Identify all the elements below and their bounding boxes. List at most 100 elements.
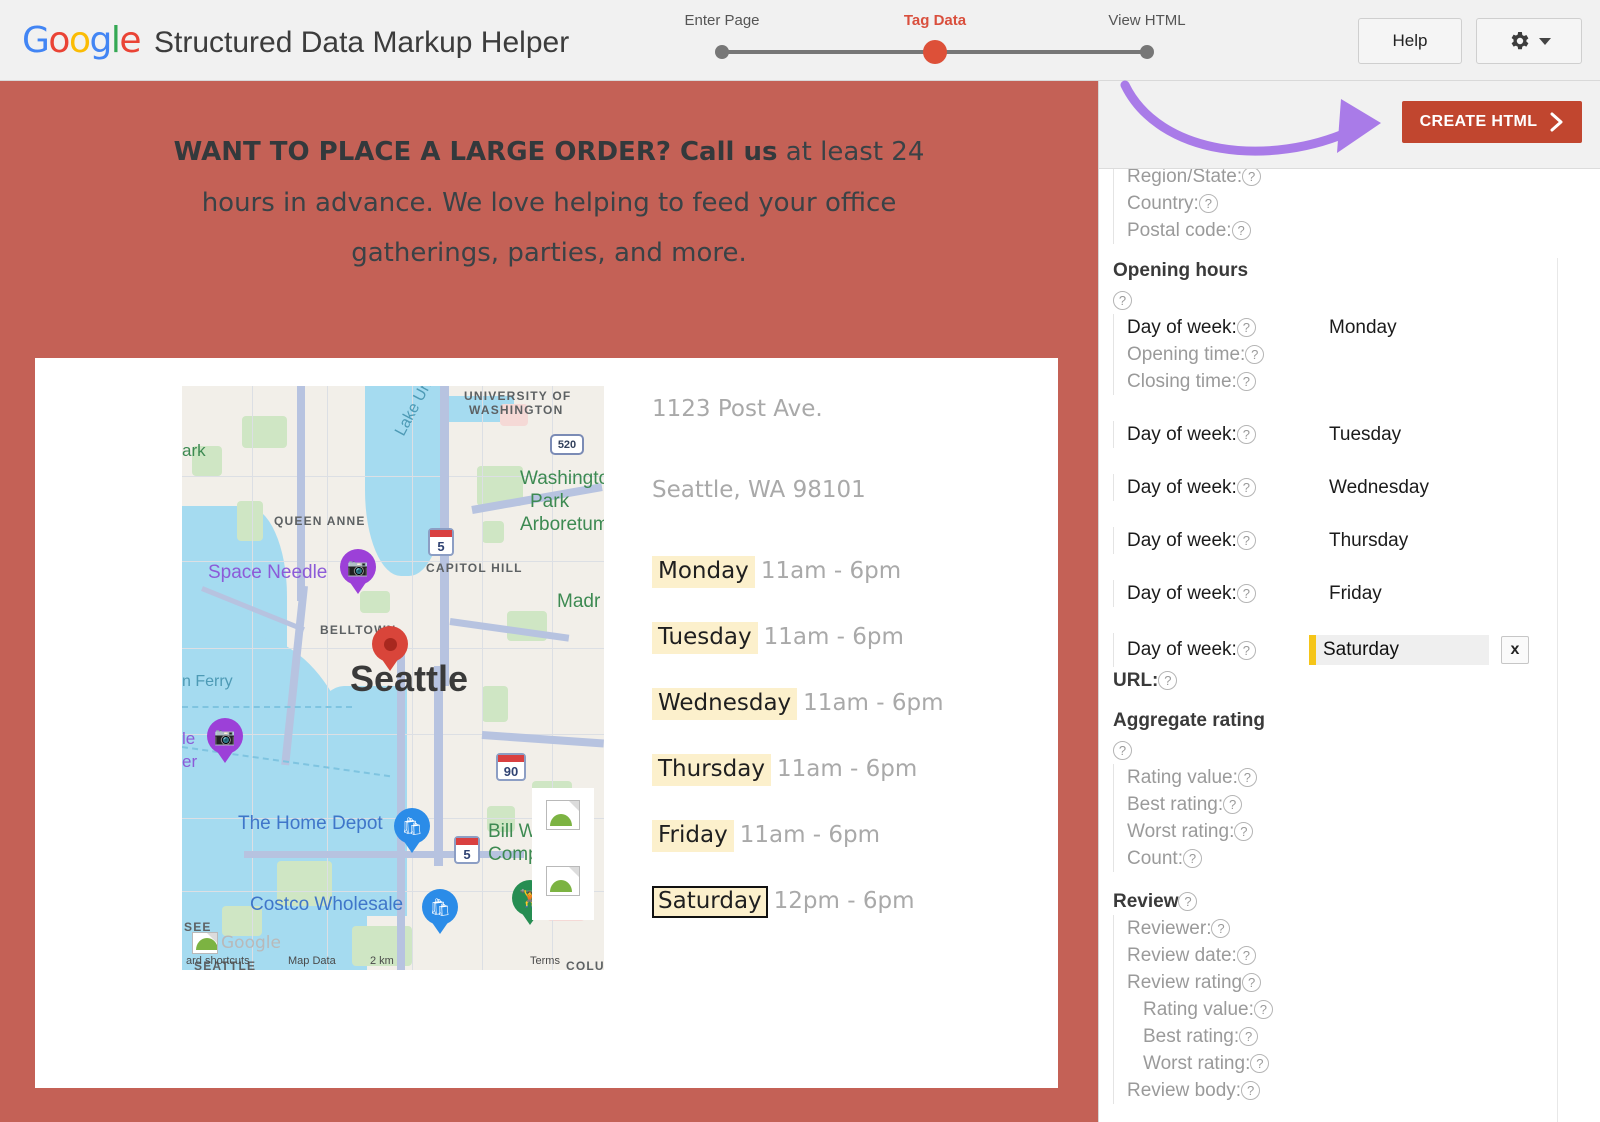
hours-time-saturday[interactable]: 12pm - 6pm: [774, 888, 915, 914]
business-details: 1123 Post Ave. Seattle, WA 98101 Monday1…: [652, 386, 944, 970]
field-value-friday[interactable]: Friday: [1329, 583, 1382, 605]
help-icon[interactable]: ?: [1237, 641, 1256, 660]
map-attribution-bar: ard shortcuts Map Data 2 km Terms: [182, 952, 604, 970]
field-row-opening-time[interactable]: Opening time: ?: [1113, 341, 1600, 368]
field-row-count[interactable]: Count: ?: [1113, 845, 1600, 872]
help-icon[interactable]: ?: [1223, 795, 1242, 814]
remove-tag-button[interactable]: x: [1501, 636, 1529, 664]
field-row-review-rating[interactable]: Review rating ?: [1113, 969, 1600, 996]
help-icon[interactable]: ?: [1237, 318, 1256, 337]
map-pin-costco[interactable]: 🛍: [422, 889, 458, 937]
field-label-postal-code: Postal code:: [1127, 220, 1232, 242]
step-dot-enter-page[interactable]: [715, 45, 729, 59]
step-dot-tag-data[interactable]: [923, 40, 947, 64]
map-label-queen-anne: QUEEN ANNE: [274, 514, 366, 528]
address-line-2[interactable]: Seattle, WA 98101: [652, 477, 944, 503]
help-button[interactable]: Help: [1358, 18, 1462, 64]
day-tag-thursday[interactable]: Thursday: [652, 754, 771, 786]
field-row-review-body[interactable]: Review body: ?: [1113, 1077, 1600, 1104]
help-icon[interactable]: ?: [1234, 822, 1253, 841]
hours-time-tuesday[interactable]: 11am - 6pm: [764, 624, 904, 650]
location-map[interactable]: UNIVERSITY OF WASHINGTON QUEEN ANNE CAPI…: [182, 386, 604, 970]
help-icon[interactable]: ?: [1183, 849, 1202, 868]
step-label-enter-page[interactable]: Enter Page: [684, 12, 759, 29]
address-line-1[interactable]: 1123 Post Ave.: [652, 396, 944, 422]
field-row-reviewer[interactable]: Reviewer: ?: [1113, 915, 1600, 942]
map-terms-link[interactable]: Terms: [530, 955, 560, 967]
field-value-wednesday[interactable]: Wednesday: [1329, 477, 1429, 499]
help-icon[interactable]: ?: [1113, 741, 1132, 760]
day-tag-wednesday[interactable]: Wednesday: [652, 688, 797, 720]
field-row-region-state[interactable]: Region/State: ?: [1113, 169, 1600, 190]
field-row-closing-time[interactable]: Closing time: ?: [1113, 368, 1600, 395]
field-value-monday[interactable]: Monday: [1329, 317, 1397, 339]
field-row-worst-rating[interactable]: Worst rating: ?: [1113, 818, 1600, 845]
field-row-country[interactable]: Country: ?: [1113, 190, 1600, 217]
hours-time-friday[interactable]: 11am - 6pm: [740, 822, 880, 848]
highway-shield-i5-south: 5: [454, 836, 480, 864]
field-row-best-rating[interactable]: Best rating: ?: [1113, 791, 1600, 818]
help-icon[interactable]: ?: [1237, 946, 1256, 965]
help-icon[interactable]: ?: [1237, 372, 1256, 391]
step-label-view-html[interactable]: View HTML: [1108, 12, 1185, 29]
map-label-park: Park: [530, 491, 569, 513]
settings-button[interactable]: [1476, 18, 1582, 64]
field-row-postal-code[interactable]: Postal code: ?: [1113, 217, 1600, 244]
create-html-button[interactable]: CREATE HTML: [1402, 101, 1582, 143]
step-label-tag-data[interactable]: Tag Data: [904, 12, 966, 29]
help-icon[interactable]: ?: [1199, 194, 1218, 213]
map-pin-photo-poi[interactable]: 📷: [207, 718, 243, 766]
help-icon[interactable]: ?: [1178, 892, 1197, 911]
help-icon[interactable]: ?: [1232, 221, 1251, 240]
field-row-review-best-rating[interactable]: Best rating: ?: [1113, 1023, 1600, 1050]
day-tag-tuesday[interactable]: Tuesday: [652, 622, 758, 654]
help-icon[interactable]: ?: [1250, 1054, 1269, 1073]
map-scale-label: 2 km: [370, 955, 394, 967]
help-icon[interactable]: ?: [1239, 1027, 1258, 1046]
hours-time-wednesday[interactable]: 11am - 6pm: [803, 690, 943, 716]
help-icon[interactable]: ?: [1237, 425, 1256, 444]
promo-banner: WANT TO PLACE A LARGE ORDER? Call us at …: [0, 81, 1098, 279]
field-row-day-of-week-tuesday[interactable]: Day of week: ? Tuesday: [1113, 421, 1600, 448]
field-row-day-of-week-monday[interactable]: Day of week: ? Monday: [1113, 314, 1600, 341]
field-row-review-worst-rating[interactable]: Worst rating: ?: [1113, 1050, 1600, 1077]
field-label-review-worst-rating: Worst rating:: [1143, 1053, 1250, 1075]
field-row-review-date[interactable]: Review date: ?: [1113, 942, 1600, 969]
help-icon[interactable]: ?: [1237, 478, 1256, 497]
help-icon[interactable]: ?: [1238, 768, 1257, 787]
map-pin-space-needle[interactable]: 📷: [340, 549, 376, 597]
field-row-day-of-week-saturday[interactable]: Day of week: ? Saturday x: [1113, 633, 1600, 667]
help-icon[interactable]: ?: [1242, 973, 1261, 992]
map-pin-home-depot[interactable]: 🛍: [394, 808, 430, 856]
help-icon[interactable]: ?: [1254, 1000, 1273, 1019]
help-icon[interactable]: ?: [1237, 584, 1256, 603]
help-icon[interactable]: ?: [1237, 531, 1256, 550]
field-value-saturday-chip[interactable]: Saturday: [1309, 635, 1489, 665]
help-icon[interactable]: ?: [1158, 671, 1177, 690]
day-tag-monday[interactable]: Monday: [652, 556, 755, 588]
map-label-costco[interactable]: Costco Wholesale: [250, 894, 403, 916]
help-icon[interactable]: ?: [1113, 291, 1132, 310]
field-row-rating-value[interactable]: Rating value: ?: [1113, 764, 1600, 791]
fields-scroll-area[interactable]: Region/State: ? Country: ? Postal code: …: [1099, 169, 1600, 1122]
help-icon[interactable]: ?: [1242, 169, 1261, 186]
map-label-home-depot[interactable]: The Home Depot: [238, 813, 383, 835]
help-icon[interactable]: ?: [1211, 919, 1230, 938]
help-icon[interactable]: ?: [1241, 1081, 1260, 1100]
arrow-annotation-icon: [1119, 77, 1409, 167]
hours-time-thursday[interactable]: 11am - 6pm: [777, 756, 917, 782]
map-label-space-needle[interactable]: Space Needle: [208, 562, 327, 584]
day-tag-friday[interactable]: Friday: [652, 820, 734, 852]
map-keyboard-shortcuts[interactable]: ard shortcuts: [186, 955, 250, 967]
day-tag-saturday[interactable]: Saturday: [652, 886, 768, 918]
step-dot-view-html[interactable]: [1140, 45, 1154, 59]
field-row-url[interactable]: URL: ?: [1113, 667, 1600, 694]
field-row-day-of-week-friday[interactable]: Day of week: ? Friday: [1113, 580, 1600, 607]
field-row-day-of-week-wednesday[interactable]: Day of week: ? Wednesday: [1113, 474, 1600, 501]
help-icon[interactable]: ?: [1245, 345, 1264, 364]
field-value-thursday[interactable]: Thursday: [1329, 530, 1408, 552]
field-row-review-rating-value[interactable]: Rating value: ?: [1113, 996, 1600, 1023]
field-value-tuesday[interactable]: Tuesday: [1329, 424, 1401, 446]
field-row-day-of-week-thursday[interactable]: Day of week: ? Thursday: [1113, 527, 1600, 554]
hours-time-monday[interactable]: 11am - 6pm: [761, 558, 901, 584]
